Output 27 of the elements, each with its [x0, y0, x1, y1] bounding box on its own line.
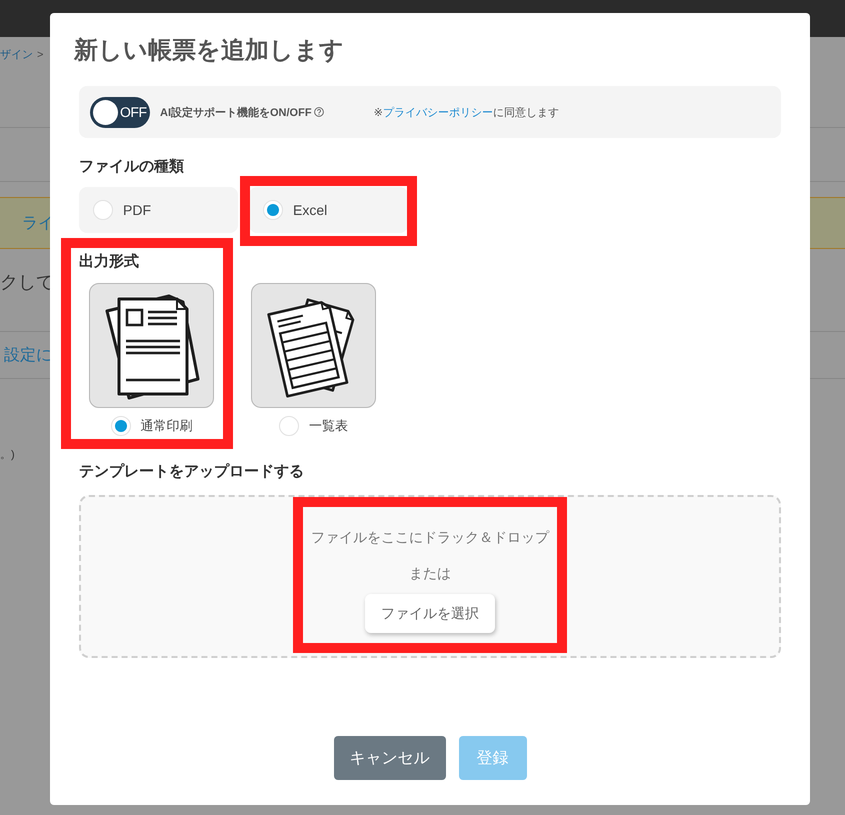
format-radio-option[interactable]: 一覧表	[279, 416, 348, 436]
cancel-button[interactable]: キャンセル	[334, 736, 446, 780]
help-icon	[314, 107, 324, 117]
radio-button[interactable]	[263, 200, 283, 220]
radio-button[interactable]	[110, 416, 130, 436]
privacy-policy-link[interactable]: プライバシーポリシー	[382, 106, 493, 118]
file-type-option[interactable]: PDF	[79, 187, 238, 233]
file-type-option[interactable]: Excel	[249, 187, 408, 233]
breadcrumb-separator: >	[37, 49, 44, 61]
radio-button[interactable]	[93, 200, 113, 220]
format-option-card[interactable]	[251, 283, 376, 408]
format-option-card[interactable]	[89, 283, 214, 408]
file-drop-zone[interactable]: ファイルをここにドラック＆ドロップ または ファイルを選択	[79, 495, 781, 658]
ai-support-label: AI設定サポート機能をON/OFF	[160, 106, 312, 120]
ai-support-toggle[interactable]: OFF	[90, 96, 150, 128]
or-text: または	[409, 564, 451, 583]
document-pages-icon	[104, 292, 200, 400]
section-heading: テンプレートをアップロードする	[79, 462, 305, 482]
radio-button[interactable]	[279, 416, 299, 436]
drop-instruction-text: ファイルをここにドラック＆ドロップ	[311, 528, 549, 547]
note-text: 。)	[0, 449, 15, 461]
section-heading: ファイルの種類	[79, 157, 185, 177]
dialog-title: 新しい帳票を追加します	[74, 37, 345, 65]
section-heading: 出力形式	[79, 252, 140, 272]
privacy-consent-text: ※プライバシーポリシーに同意します	[374, 106, 559, 120]
format-radio-option[interactable]: 通常印刷	[110, 416, 192, 436]
choose-file-button[interactable]: ファイルを選択	[365, 594, 495, 633]
